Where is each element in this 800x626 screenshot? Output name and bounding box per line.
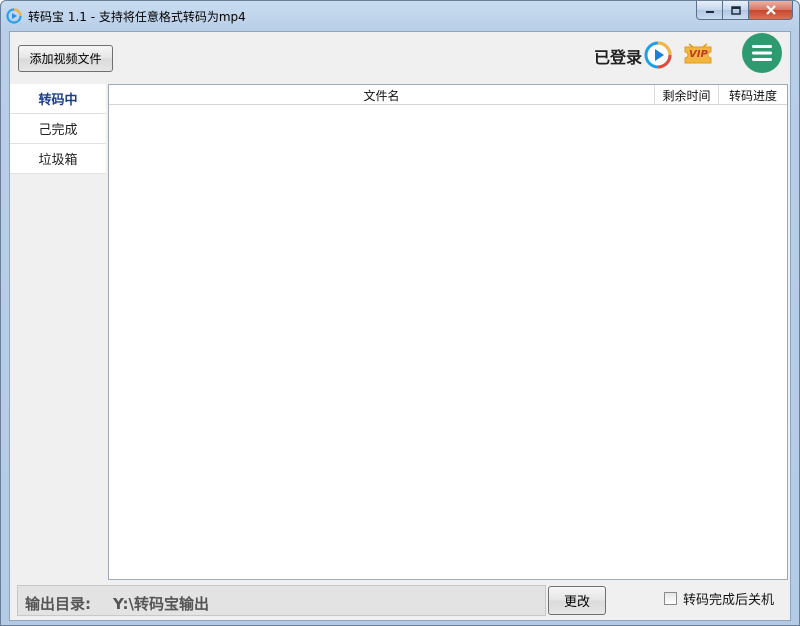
output-directory-path: Y:\转码宝输出 xyxy=(113,595,210,613)
caption-buttons xyxy=(696,1,793,21)
login-status: 已登录 xyxy=(594,48,643,67)
shutdown-option[interactable]: 转码完成后关机 xyxy=(664,589,774,608)
app-logo-icon xyxy=(6,8,22,24)
file-table[interactable]: 文件名 剩余时间 转码进度 xyxy=(108,84,788,580)
sidebar-item-transcoding[interactable]: 转码中 xyxy=(10,84,106,114)
play-logo-icon[interactable] xyxy=(643,40,673,70)
minimize-icon xyxy=(705,11,714,13)
vip-label: VIP xyxy=(689,49,708,60)
column-header-progress[interactable]: 转码进度 xyxy=(719,85,787,105)
minimize-button[interactable] xyxy=(696,1,723,20)
vip-badge[interactable]: VIP xyxy=(683,42,713,68)
output-directory-label: 输出目录: xyxy=(25,595,91,613)
app-window: 转码宝 1.1 - 支持将任意格式转码为mp4 添加视频文件 已登录 VIP 转… xyxy=(0,0,800,626)
change-directory-button[interactable]: 更改 xyxy=(548,586,606,615)
shutdown-checkbox[interactable] xyxy=(664,592,677,605)
sidebar-item-trash[interactable]: 垃圾箱 xyxy=(10,144,106,174)
client-area: 添加视频文件 已登录 VIP 转码中 己完成 垃圾箱 文件名 剩余时间 转码进度… xyxy=(9,31,791,621)
column-header-filename[interactable]: 文件名 xyxy=(109,85,655,105)
hamburger-menu-icon[interactable] xyxy=(741,32,783,74)
output-directory-field[interactable] xyxy=(17,585,546,616)
sidebar-item-completed[interactable]: 己完成 xyxy=(10,114,106,144)
title-bar[interactable]: 转码宝 1.1 - 支持将任意格式转码为mp4 xyxy=(1,1,799,31)
maximize-button[interactable] xyxy=(723,1,749,20)
sidebar: 转码中 己完成 垃圾箱 xyxy=(10,84,106,574)
close-button[interactable] xyxy=(749,1,793,20)
add-video-file-button[interactable]: 添加视频文件 xyxy=(18,45,113,72)
table-header: 文件名 剩余时间 转码进度 xyxy=(109,85,787,105)
window-title: 转码宝 1.1 - 支持将任意格式转码为mp4 xyxy=(28,10,246,24)
column-header-remaining-time[interactable]: 剩余时间 xyxy=(655,85,719,105)
shutdown-label: 转码完成后关机 xyxy=(683,593,775,608)
maximize-icon xyxy=(730,5,741,15)
close-icon xyxy=(765,5,776,15)
